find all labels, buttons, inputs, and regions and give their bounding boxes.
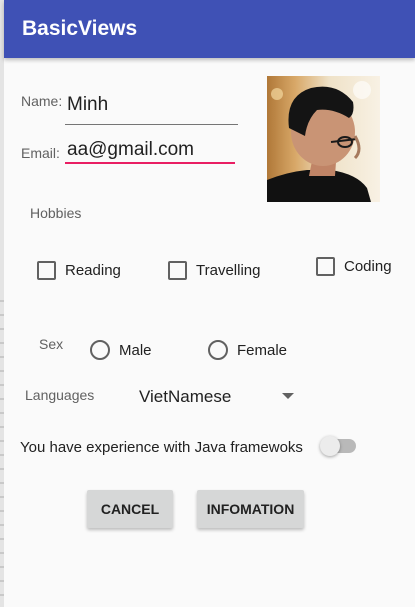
radio-label: Female bbox=[237, 341, 288, 359]
email-input-underline bbox=[65, 162, 235, 164]
name-input[interactable]: Minh bbox=[67, 94, 108, 116]
checkbox-box[interactable] bbox=[37, 261, 56, 280]
checkbox-box[interactable] bbox=[316, 257, 335, 276]
languages-label: Languages bbox=[25, 387, 95, 403]
hobby-checkbox-reading[interactable]: Reading bbox=[37, 261, 121, 280]
radio-circle[interactable] bbox=[90, 340, 110, 360]
hobbies-label: Hobbies bbox=[30, 205, 82, 221]
switch-thumb[interactable] bbox=[320, 436, 340, 456]
information-button[interactable]: INFOMATION bbox=[197, 490, 304, 528]
person-photo-icon bbox=[267, 81, 371, 202]
window-edge bbox=[0, 0, 4, 607]
hobby-label: Travelling bbox=[196, 262, 261, 279]
java-experience-label: You have experience with Java framewoks bbox=[20, 439, 303, 456]
language-dropdown[interactable]: VietNamese bbox=[139, 386, 294, 408]
sex-radio-female[interactable]: Female bbox=[208, 340, 287, 360]
sex-radio-male[interactable]: Male bbox=[90, 340, 152, 360]
hobby-label: Coding bbox=[344, 258, 392, 275]
arrow-drop-down-icon[interactable] bbox=[282, 393, 294, 399]
name-label: Name: bbox=[21, 93, 63, 109]
cancel-button[interactable]: CANCEL bbox=[87, 490, 173, 528]
email-label: Email: bbox=[21, 145, 60, 161]
language-selected: VietNamese bbox=[139, 387, 232, 406]
hobby-checkbox-travelling[interactable]: Travelling bbox=[168, 261, 260, 280]
profile-photo bbox=[267, 76, 380, 202]
radio-circle[interactable] bbox=[208, 340, 228, 360]
sex-label: Sex bbox=[39, 336, 64, 352]
name-input-underline bbox=[65, 124, 238, 125]
app-title: BasicViews bbox=[22, 17, 138, 40]
checkbox-box[interactable] bbox=[168, 261, 187, 280]
app-bar: BasicViews bbox=[4, 0, 415, 58]
email-input[interactable]: aa@gmail.com bbox=[67, 139, 194, 161]
hobby-label: Reading bbox=[65, 262, 121, 279]
hobby-checkbox-coding[interactable]: Coding bbox=[316, 257, 392, 276]
radio-label: Male bbox=[119, 341, 152, 359]
